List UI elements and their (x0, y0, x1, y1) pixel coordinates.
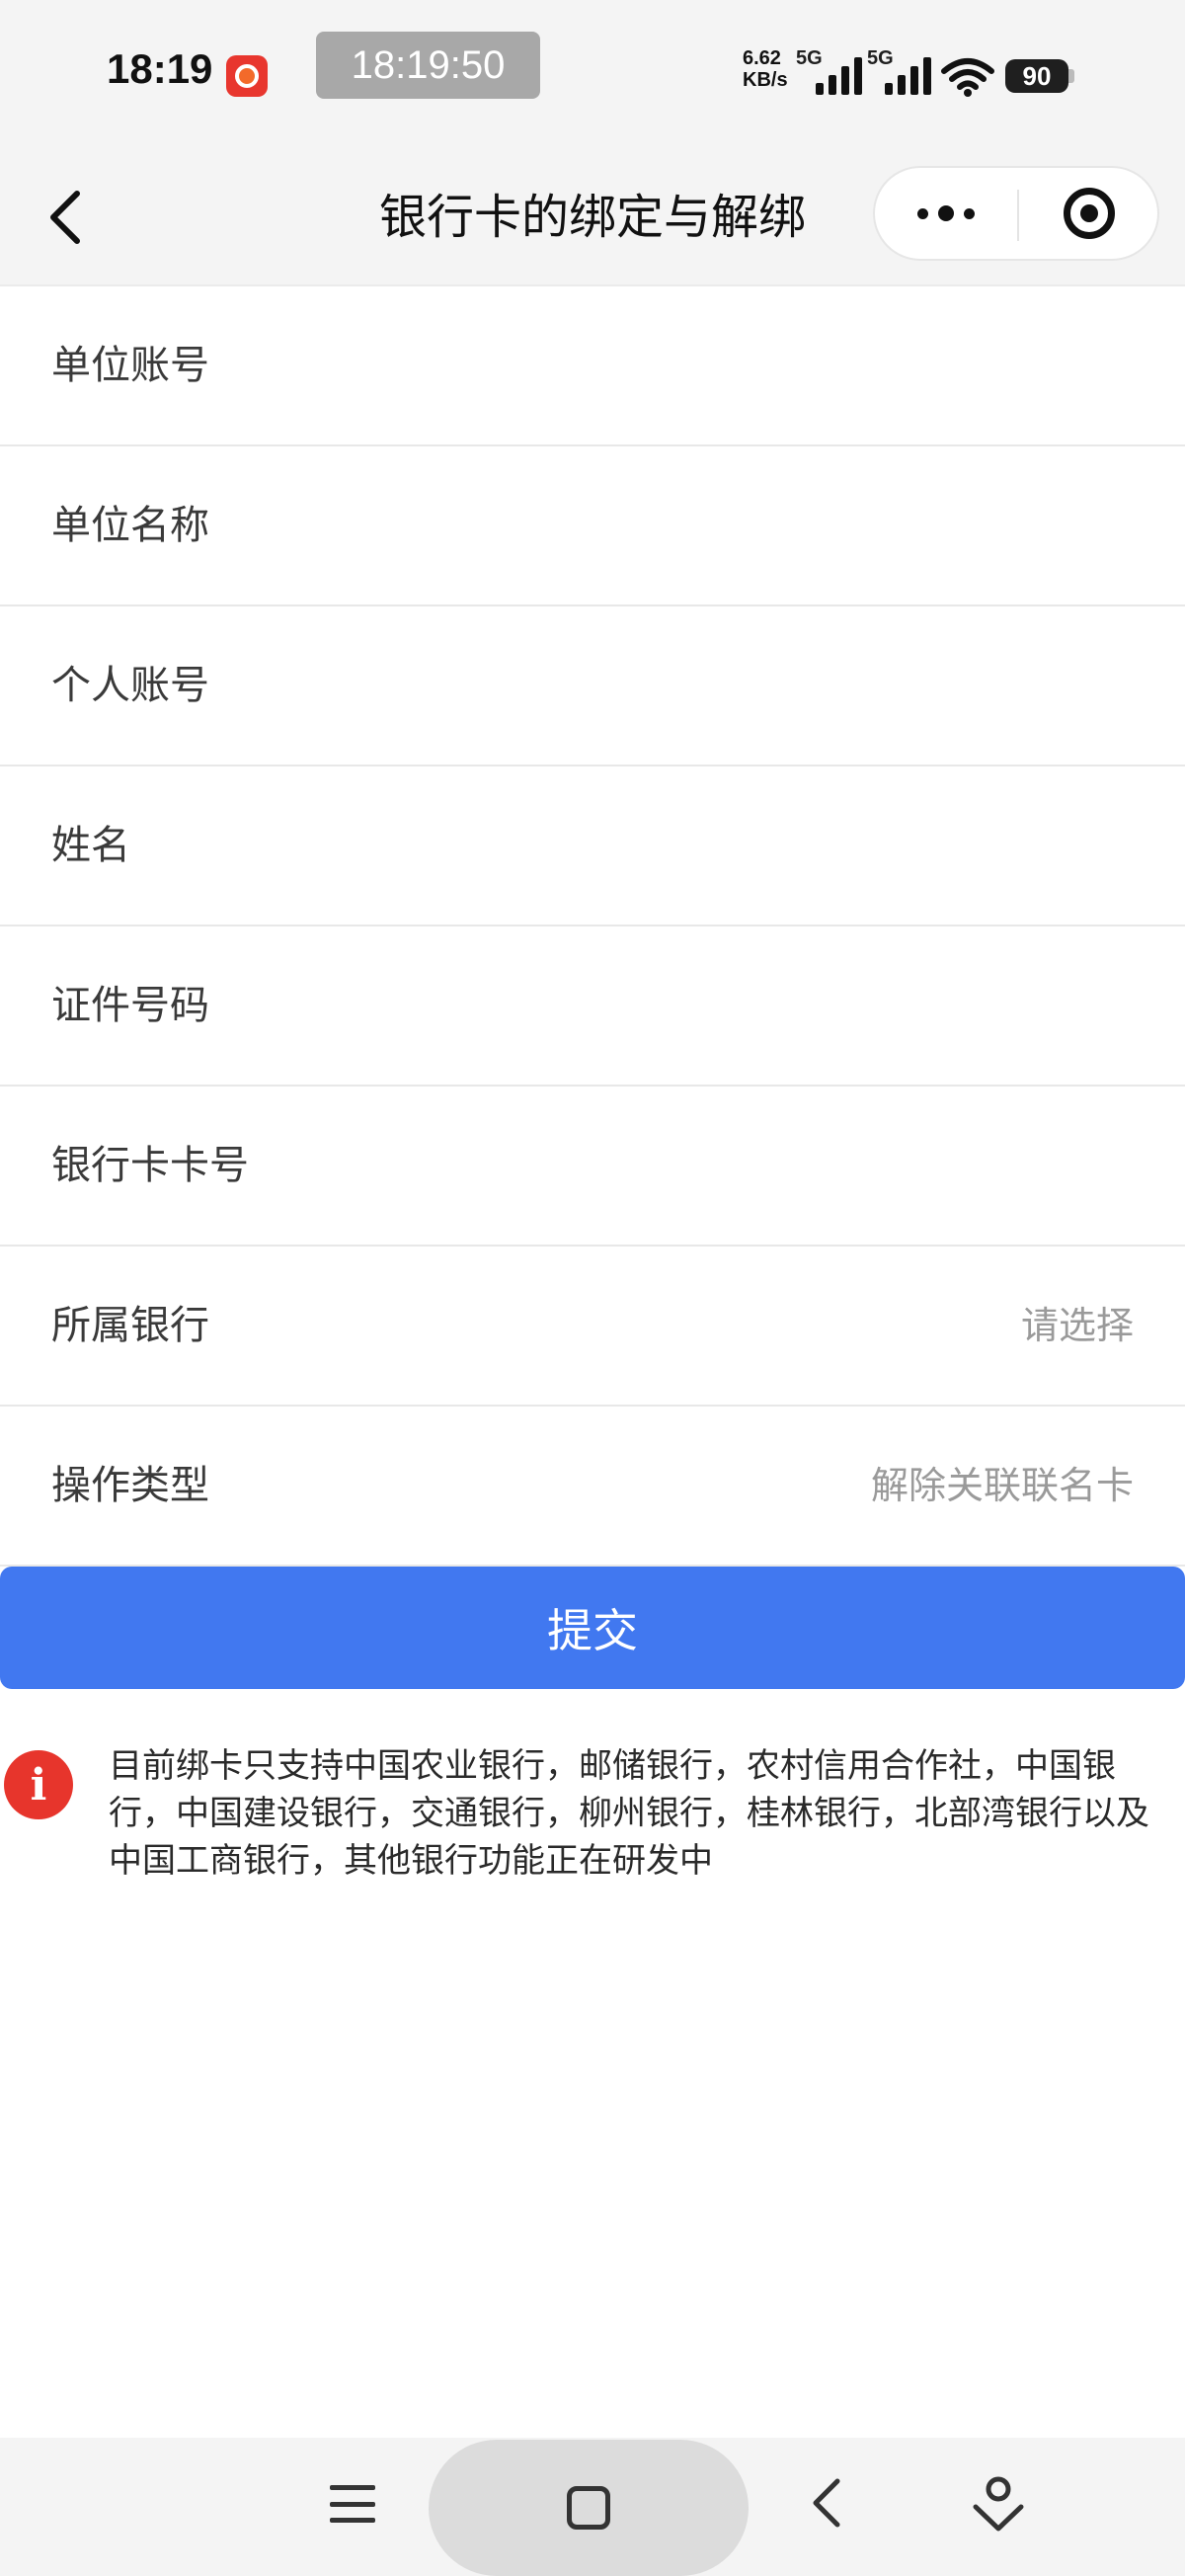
form-row-unit-account[interactable]: 单位账号 (0, 286, 1185, 446)
notice-text: 目前绑卡只支持中国农业银行，邮储银行，农村信用合作社，中国银行，中国建设银行，交… (109, 1746, 1149, 1881)
home-button[interactable] (429, 2440, 749, 2576)
unit-account-label: 单位账号 (51, 343, 209, 388)
assistant-icon[interactable] (972, 2473, 1025, 2533)
operation-type-select[interactable]: 解除关联联名卡 (871, 1407, 1134, 1565)
page-title: 银行卡的绑定与解绑 (378, 190, 806, 245)
close-mini-program-button[interactable] (1019, 168, 1159, 259)
form-row-card-number[interactable]: 银行卡卡号 (0, 1087, 1185, 1247)
bank-select[interactable]: 请选择 (1021, 1247, 1134, 1405)
signal-icon-2 (885, 55, 931, 95)
card-number-label: 银行卡卡号 (51, 1143, 249, 1188)
status-bar: 18:19 18:19:50 6.62 KB/s 5G 5G 90 (0, 0, 1185, 148)
info-icon: i (4, 1750, 73, 1819)
target-icon (1064, 188, 1115, 239)
square-icon (567, 2486, 610, 2530)
back-button[interactable] (38, 182, 93, 253)
more-dot-icon (938, 205, 954, 221)
form-row-unit-name[interactable]: 单位名称 (0, 446, 1185, 606)
battery-tip (1068, 69, 1074, 83)
chevron-left-icon (813, 2478, 840, 2528)
clock-pill: 18:19:50 (316, 32, 540, 99)
personal-account-label: 个人账号 (51, 663, 209, 708)
id-number-label: 证件号码 (51, 983, 209, 1028)
bank-label: 所属银行 (51, 1303, 209, 1348)
menu-icon[interactable] (330, 2481, 375, 2527)
system-nav-bar (0, 2438, 1185, 2576)
nav-bar: 银行卡的绑定与解绑 (0, 148, 1185, 286)
mini-program-capsule (873, 166, 1159, 261)
form-row-personal-account[interactable]: 个人账号 (0, 606, 1185, 766)
battery-icon: 90 (1005, 59, 1068, 93)
card-number-input[interactable] (296, 1116, 1134, 1215)
personal-account-input[interactable] (296, 636, 1134, 735)
form-row-id-number[interactable]: 证件号码 (0, 926, 1185, 1087)
id-number-input[interactable] (296, 956, 1134, 1055)
submit-button[interactable]: 提交 (0, 1567, 1185, 1689)
unit-name-input[interactable] (296, 476, 1134, 575)
bank-card-form: 单位账号 单位名称 个人账号 姓名 证件号码 银行卡卡号 所属银行 请选择 操作… (0, 286, 1185, 1567)
unit-name-label: 单位名称 (51, 503, 209, 548)
wifi-icon (941, 58, 994, 97)
more-button[interactable] (875, 168, 1017, 259)
app-notification-icon (226, 55, 268, 97)
system-back-button[interactable] (802, 2473, 851, 2533)
operation-type-label: 操作类型 (51, 1463, 209, 1508)
unit-account-input[interactable] (296, 316, 1134, 415)
form-row-name[interactable]: 姓名 (0, 766, 1185, 926)
signal-icon (816, 55, 862, 95)
form-row-operation-type[interactable]: 操作类型 解除关联联名卡 (0, 1407, 1185, 1567)
status-time: 18:19 (107, 45, 213, 92)
name-input[interactable] (296, 796, 1134, 895)
more-dot-icon (964, 207, 975, 219)
name-label: 姓名 (51, 823, 130, 868)
more-dot-icon (917, 207, 928, 219)
chevron-left-icon (50, 191, 80, 244)
form-row-bank[interactable]: 所属银行 请选择 (0, 1247, 1185, 1407)
